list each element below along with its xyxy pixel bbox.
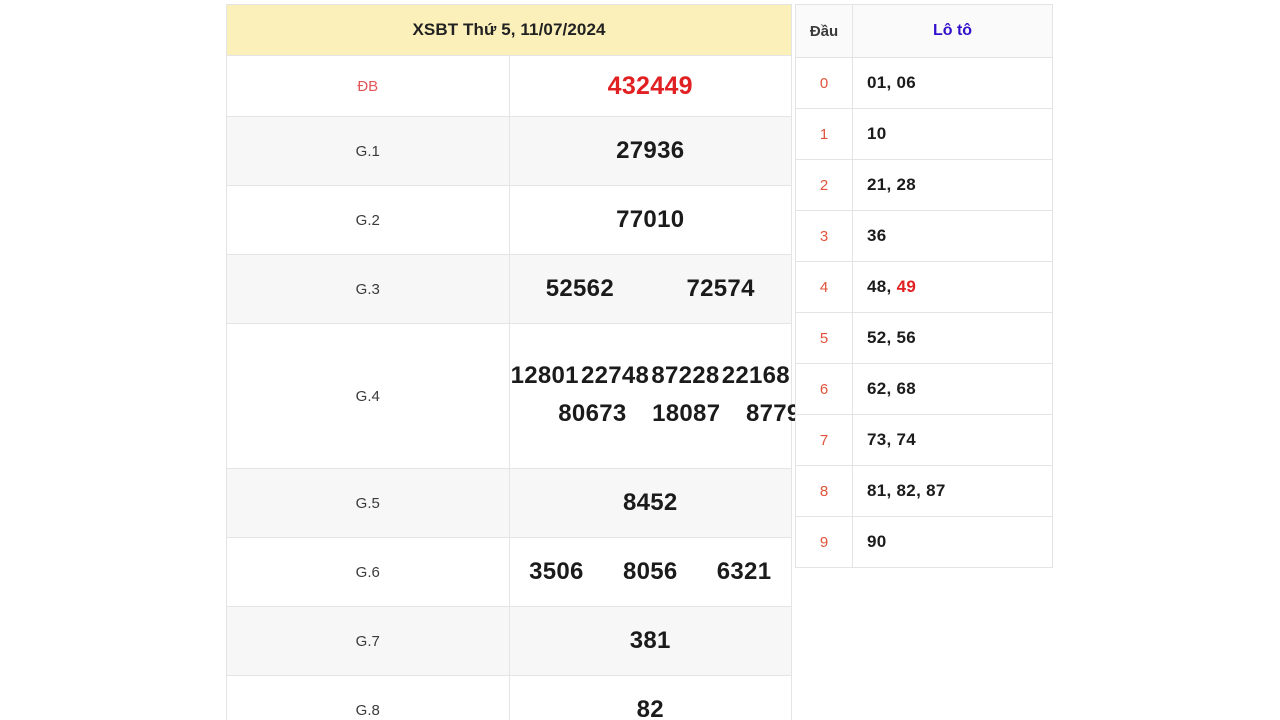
loto-dau-6: 6 bbox=[795, 363, 853, 415]
prize-number: 52562 bbox=[545, 275, 614, 302]
loto-row: 4 48, 49 bbox=[795, 261, 1053, 313]
prize-label-g3: G.3 bbox=[226, 254, 510, 324]
loto-values-6: 62, 68 bbox=[852, 363, 1053, 415]
loto-values-2: 21, 28 bbox=[852, 159, 1053, 211]
loto-dau-7: 7 bbox=[795, 414, 853, 466]
prize-label-g5: G.5 bbox=[226, 468, 510, 538]
loto-dau-8: 8 bbox=[795, 465, 853, 517]
prize-values-g5: 8452 bbox=[508, 468, 792, 538]
loto-header-row: Đầu Lô tô bbox=[795, 4, 1053, 58]
results-table: XSBT Thứ 5, 11/07/2024 ĐB 432449 G.1 279… bbox=[226, 4, 814, 720]
prize-values-g4: 12801 22748 87228 22168 80673 18087 8779… bbox=[508, 323, 814, 469]
loto-row: 5 52, 56 bbox=[795, 312, 1053, 364]
table-row-g8: G.8 82 bbox=[226, 675, 792, 720]
loto-dau-1: 1 bbox=[795, 108, 853, 160]
loto-row: 7 73, 74 bbox=[795, 414, 1053, 466]
prize-number: 3506 bbox=[529, 558, 584, 585]
loto-values-9: 90 bbox=[852, 516, 1053, 568]
loto-row: 0 01, 06 bbox=[795, 57, 1053, 109]
table-row-g1: G.1 27936 bbox=[226, 116, 792, 186]
table-row-db: ĐB 432449 bbox=[226, 55, 792, 117]
prize-number: 12801 bbox=[510, 362, 579, 389]
prize-values-db: 432449 bbox=[508, 55, 792, 117]
prize-number: 381 bbox=[629, 627, 671, 654]
prize-values-g2: 77010 bbox=[508, 185, 792, 255]
loto-values-5: 52, 56 bbox=[852, 312, 1053, 364]
prize-label-db: ĐB bbox=[226, 55, 510, 117]
prize-number: 80673 bbox=[558, 400, 627, 427]
prize-number: 82 bbox=[636, 696, 664, 720]
prize-number: 8452 bbox=[622, 489, 678, 516]
prize-label-g2: G.2 bbox=[226, 185, 510, 255]
loto-row: 1 10 bbox=[795, 108, 1053, 160]
loto-table: Đầu Lô tô 0 01, 06 1 10 2 21, 28 3 36 4 … bbox=[795, 4, 1053, 568]
prize-values-g8: 82 bbox=[508, 675, 792, 720]
lottery-results-page: XSBT Thứ 5, 11/07/2024 ĐB 432449 G.1 279… bbox=[0, 0, 1280, 720]
loto-values-3: 36 bbox=[852, 210, 1053, 262]
loto-dau-0: 0 bbox=[795, 57, 853, 109]
prize-label-g6: G.6 bbox=[226, 537, 510, 607]
loto-dau-2: 2 bbox=[795, 159, 853, 211]
loto-header-loto: Lô tô bbox=[852, 4, 1053, 58]
prize-label-g8: G.8 bbox=[226, 675, 510, 720]
prize-number: 72574 bbox=[686, 275, 755, 302]
prize-number: 77010 bbox=[616, 206, 685, 233]
loto-dau-5: 5 bbox=[795, 312, 853, 364]
prize-label-g7: G.7 bbox=[226, 606, 510, 676]
loto-row: 3 36 bbox=[795, 210, 1053, 262]
loto-header-dau: Đầu bbox=[795, 4, 853, 58]
table-row-g6: G.6 3506 8056 6321 bbox=[226, 537, 792, 607]
loto-dau-4: 4 bbox=[795, 261, 853, 313]
prize-number: 6321 bbox=[716, 558, 772, 585]
prize-number: 432449 bbox=[607, 71, 693, 100]
loto-values-7: 73, 74 bbox=[852, 414, 1053, 466]
loto-row: 2 21, 28 bbox=[795, 159, 1053, 211]
table-row-g2: G.2 77010 bbox=[226, 185, 792, 255]
prize-number: 27936 bbox=[616, 137, 685, 164]
prize-values-g6: 3506 8056 6321 bbox=[508, 537, 792, 607]
loto-row: 6 62, 68 bbox=[795, 363, 1053, 415]
prize-values-g3: 52562 72574 bbox=[508, 254, 792, 324]
table-row-g5: G.5 8452 bbox=[226, 468, 792, 538]
loto-value-plain: 48, bbox=[867, 277, 897, 296]
prize-number: 18087 bbox=[652, 400, 721, 427]
loto-values-8: 81, 82, 87 bbox=[852, 465, 1053, 517]
table-row-g4: G.4 12801 22748 87228 22168 80673 18087 … bbox=[226, 323, 814, 469]
loto-value-highlighted: 49 bbox=[896, 277, 917, 296]
prize-number: 22748 bbox=[580, 362, 650, 389]
loto-dau-9: 9 bbox=[795, 516, 853, 568]
results-header-row: XSBT Thứ 5, 11/07/2024 bbox=[226, 4, 792, 56]
loto-values-1: 10 bbox=[852, 108, 1053, 160]
prize-number: 87228 bbox=[651, 362, 720, 389]
loto-values-4: 48, 49 bbox=[852, 261, 1053, 313]
prize-label-g1: G.1 bbox=[226, 116, 510, 186]
prize-values-g7: 381 bbox=[508, 606, 792, 676]
prize-number: 8056 bbox=[622, 558, 678, 585]
results-title: XSBT Thứ 5, 11/07/2024 bbox=[226, 4, 792, 56]
table-row-g7: G.7 381 bbox=[226, 606, 792, 676]
loto-values-0: 01, 06 bbox=[852, 57, 1053, 109]
loto-row: 9 90 bbox=[795, 516, 1053, 568]
prize-number: 22168 bbox=[721, 362, 790, 389]
prize-values-g1: 27936 bbox=[508, 116, 792, 186]
loto-dau-3: 3 bbox=[795, 210, 853, 262]
prize-label-g4: G.4 bbox=[226, 323, 510, 469]
loto-row: 8 81, 82, 87 bbox=[795, 465, 1053, 517]
table-row-g3: G.3 52562 72574 bbox=[226, 254, 792, 324]
